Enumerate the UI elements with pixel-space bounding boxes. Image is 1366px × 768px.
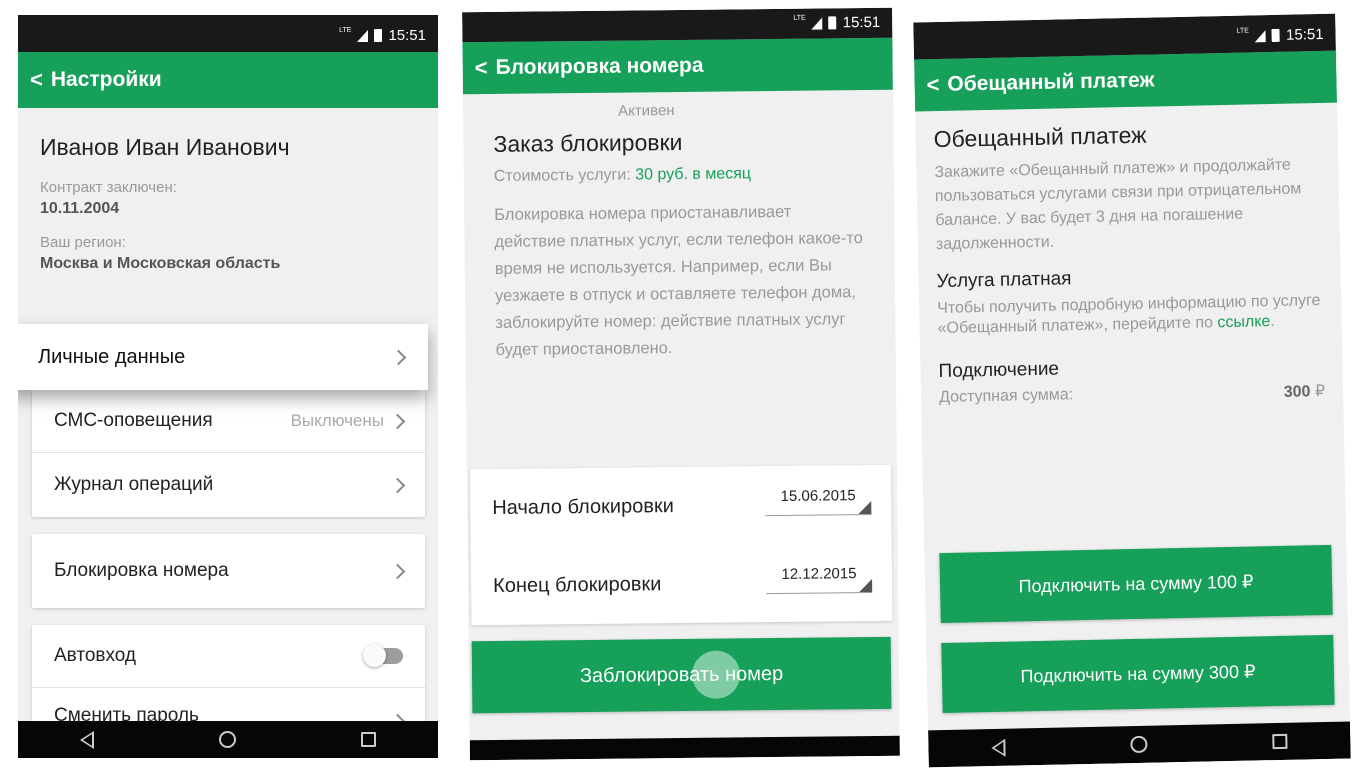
end-date-label: Конец блокировки — [492, 573, 662, 597]
block-number-label: Блокировка номера — [54, 560, 229, 581]
settings-card-1: СМС-оповещения Выключены Журнал операций — [32, 390, 425, 517]
nav-recents-icon[interactable] — [1272, 733, 1288, 750]
promised-payment-info: Обещанный платеж Закажите «Обещанный пла… — [915, 103, 1343, 410]
end-date-row: Конец блокировки 12.12.2015 — [471, 543, 893, 625]
contract-date: 10.11.2004 — [40, 200, 120, 217]
promised-payment-screen: LTE 15:51 < Обещанный платеж Обещанный п… — [913, 13, 1351, 768]
settings-card-2: Блокировка номера — [32, 534, 425, 608]
section-heading: Обещанный платеж — [933, 121, 1147, 153]
paid-text: Чтобы получить подробную информацию по у… — [937, 291, 1324, 339]
start-date-row: Начало блокировки 15.06.2015 — [470, 465, 892, 547]
block-number-button[interactable]: Заблокировать номер — [471, 636, 892, 714]
end-date-field[interactable]: 12.12.2015 — [766, 565, 872, 583]
block-button-label: Заблокировать номер — [579, 662, 784, 687]
settings-screen: LTE 15:51 < Настройки Иванов Иван Иванов… — [18, 15, 438, 758]
battery-icon — [374, 29, 383, 42]
profile-section: Иванов Иван Иванович Контракт заключен: … — [18, 108, 438, 273]
connect-100-button[interactable]: Подключить на сумму 100 ₽ — [939, 544, 1333, 624]
period: . — [1270, 312, 1275, 331]
sms-label: СМС-оповещения — [54, 410, 213, 431]
app-bar: < Настройки — [18, 52, 438, 108]
connect-300-label: Подключить на сумму 300 ₽ — [1020, 660, 1256, 686]
user-name: Иванов Иван Иванович — [40, 134, 290, 160]
available-value: 300 — [1283, 383, 1311, 401]
connect-300-button[interactable]: Подключить на сумму 300 ₽ — [941, 634, 1335, 714]
service-status-peek: Активен — [618, 102, 675, 120]
nav-back-icon[interactable] — [80, 730, 95, 749]
available-sum-row: Доступная сумма: 300 ₽ — [939, 381, 1325, 409]
lte-indicator: LTE — [1236, 27, 1250, 35]
battery-icon — [1271, 28, 1281, 42]
chevron-right-icon — [389, 413, 406, 429]
autologin-item[interactable]: Автовход — [32, 625, 425, 687]
page-title: Блокировка номера — [495, 53, 704, 79]
autologin-toggle[interactable] — [363, 644, 403, 667]
battery-icon — [828, 16, 837, 30]
page-title: Настройки — [50, 68, 162, 91]
personal-data-item[interactable]: Личные данные — [18, 324, 428, 390]
status-time: 15:51 — [1285, 25, 1324, 44]
available-label: Доступная сумма: — [938, 386, 1074, 407]
dropdown-corner-icon — [858, 501, 872, 515]
sms-status: Выключены — [290, 411, 384, 430]
status-bar: LTE 15:51 — [18, 15, 438, 52]
block-order-section: Заказ блокировки Стоимость услуги: 30 ру… — [463, 90, 896, 364]
signal-icon — [811, 16, 823, 30]
back-chevron-icon[interactable]: < — [30, 67, 43, 93]
nav-bar — [469, 735, 900, 761]
region-label: Ваш регион: — [40, 234, 126, 251]
back-chevron-icon[interactable]: < — [475, 55, 488, 81]
journal-label: Журнал операций — [54, 474, 214, 495]
signal-icon — [1254, 29, 1267, 42]
block-dates-card: Начало блокировки 15.06.2015 Конец блоки… — [469, 464, 893, 626]
status-time: 15:51 — [388, 27, 426, 44]
field-underline — [766, 592, 873, 595]
page-title: Обещанный платеж — [947, 68, 1155, 96]
start-date-label: Начало блокировки — [492, 495, 674, 519]
currency-sign: ₽ — [1314, 382, 1326, 401]
status-time: 15:51 — [842, 13, 881, 32]
paid-heading: Услуга платная — [936, 268, 1072, 293]
app-bar: < Блокировка номера — [462, 37, 893, 95]
nav-home-icon[interactable] — [1130, 735, 1148, 754]
sms-notifications-item[interactable]: СМС-оповещения Выключены — [32, 390, 425, 452]
region-value: Москва и Московская область — [40, 255, 281, 272]
back-chevron-icon[interactable]: < — [926, 72, 939, 98]
order-title: Заказ блокировки — [493, 128, 683, 157]
cost-value: 30 руб. в месяц — [635, 165, 752, 184]
autologin-label: Автовход — [54, 645, 137, 666]
app-bar: < Обещанный платеж — [914, 50, 1338, 112]
field-underline — [765, 514, 872, 517]
chevron-right-icon — [389, 563, 406, 579]
dropdown-corner-icon — [859, 579, 873, 593]
start-date-field[interactable]: 15.06.2015 — [765, 487, 871, 505]
cost-line: Стоимость услуги: 30 руб. в месяц — [494, 164, 864, 186]
block-description: Блокировка номера приостанавливает дейст… — [494, 202, 863, 359]
nav-home-icon[interactable] — [218, 731, 236, 748]
connect-100-label: Подключить на сумму 100 ₽ — [1018, 570, 1254, 596]
lte-indicator: LTE — [793, 14, 806, 22]
signal-icon — [357, 29, 369, 42]
nav-bar — [928, 721, 1351, 768]
settings-card-3: Автовход Сменить пароль — [32, 625, 425, 730]
cost-label: Стоимость услуги: — [493, 166, 631, 185]
chevron-right-icon — [390, 349, 407, 365]
nav-bar — [18, 721, 438, 758]
details-link[interactable]: ссылке — [1217, 313, 1270, 331]
section-text: Закажите «Обещанный платеж» и продолжайт… — [934, 156, 1302, 254]
personal-data-label: Личные данные — [38, 345, 186, 368]
chevron-right-icon — [389, 477, 406, 493]
nav-recents-icon[interactable] — [360, 732, 376, 747]
nav-back-icon[interactable] — [990, 738, 1006, 757]
lte-indicator: LTE — [339, 27, 352, 34]
contract-label: Контракт заключен: — [40, 179, 177, 196]
journal-item[interactable]: Журнал операций — [32, 452, 425, 517]
block-number-item[interactable]: Блокировка номера — [32, 534, 425, 608]
block-number-screen: LTE 15:51 < Блокировка номера Активен За… — [462, 7, 900, 761]
connect-heading: Подключение — [938, 358, 1060, 383]
status-bar: LTE 15:51 — [462, 7, 893, 43]
